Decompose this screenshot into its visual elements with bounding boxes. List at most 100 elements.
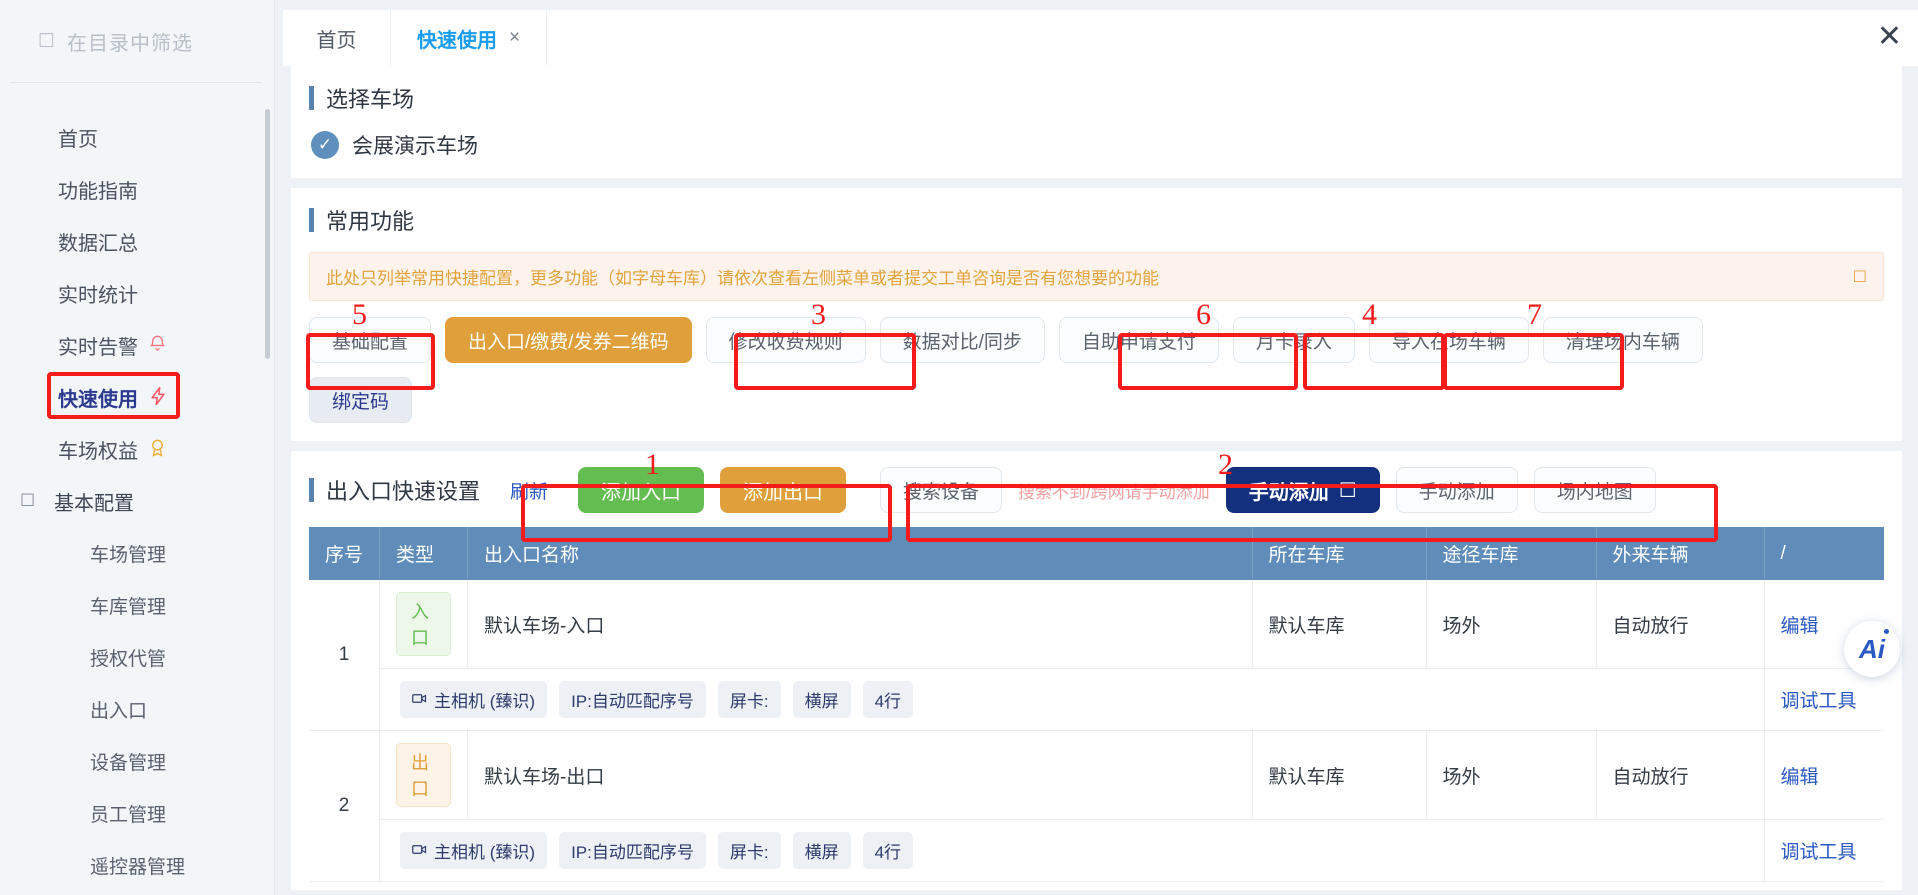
button-label: 清理场内车辆 bbox=[1565, 331, 1680, 353]
chip-ip[interactable]: IP:自动匹配序号 bbox=[559, 832, 706, 869]
debug-tool-link[interactable]: 调试工具 bbox=[1781, 691, 1857, 712]
bell-icon bbox=[148, 334, 167, 356]
sidebar-item-feature-guide[interactable]: 功能指南 bbox=[0, 163, 274, 215]
data-compare-sync-button[interactable]: 数据对比/同步 bbox=[879, 317, 1045, 363]
cell-detail-action: 调试工具 bbox=[1764, 668, 1884, 731]
tab-bar: 首页 快速使用 × ✕ bbox=[275, 0, 1918, 66]
chip-screen-card[interactable]: 屏卡: bbox=[717, 832, 781, 869]
sidebar-item-label: 员工管理 bbox=[90, 804, 167, 826]
window-close-icon[interactable]: ✕ bbox=[1877, 22, 1902, 52]
gate-setup-card: 出入口快速设置 刷新 添加入口 添加出口 搜索设备 搜索不到/跨网请手动添加 手… bbox=[291, 451, 1902, 890]
alert-text: 此处只列举常用快捷配置，更多功能（如字母车库）请依次查看左侧菜单或者提交工单咨询… bbox=[326, 269, 1159, 288]
monthly-card-entry-button[interactable]: 月卡录入 bbox=[1232, 317, 1355, 363]
app-root: ☐ 在目录中筛选 首页 功能指南 数据汇总 实时统计 实时告警 快速使用 车场权… bbox=[0, 0, 1918, 895]
sidebar-item-authorized-hosting[interactable]: 授权代管 bbox=[0, 631, 274, 683]
sidebar-item-realtime-stats[interactable]: 实时统计 bbox=[0, 267, 274, 319]
gates-table: 序号 类型 出入口名称 所在车库 途径车库 外来车辆 / 1 入口 默认车场-入… bbox=[309, 527, 1884, 882]
common-functions-card: 常用功能 此处只列举常用快捷配置，更多功能（如字母车库）请依次查看左侧菜单或者提… bbox=[291, 188, 1902, 441]
sidebar-item-lot-benefits[interactable]: 车场权益 bbox=[0, 423, 274, 475]
button-label: 添加出口 bbox=[743, 481, 824, 504]
sidebar-item-quick-use[interactable]: 快速使用 bbox=[0, 371, 274, 423]
sidebar-item-label: 车库管理 bbox=[90, 596, 167, 618]
tab-home[interactable]: 首页 bbox=[283, 10, 391, 66]
tab-label: 快速使用 bbox=[417, 29, 497, 52]
chip-screen-card[interactable]: 屏卡: bbox=[717, 681, 781, 718]
add-exit-button[interactable]: 添加出口 bbox=[720, 467, 847, 513]
table-row[interactable]: 2 出口 默认车场-出口 默认车库 场外 自动放行 编辑 bbox=[309, 730, 1884, 882]
info-alert: 此处只列举常用快捷配置，更多功能（如字母车库）请依次查看左侧菜单或者提交工单咨询… bbox=[309, 252, 1884, 301]
sidebar-item-garage-management[interactable]: 车库管理 bbox=[0, 579, 274, 631]
basic-config-button[interactable]: 基础配置 bbox=[309, 317, 432, 363]
selected-lot-row[interactable]: ✓ 会展演示车场 bbox=[309, 130, 1884, 160]
refresh-button[interactable]: 刷新 bbox=[496, 477, 562, 504]
chip-main-camera[interactable]: 主相机 (臻识) bbox=[400, 681, 548, 718]
sidebar-item-gates[interactable]: 出入口 bbox=[0, 683, 274, 735]
edit-link[interactable]: 编辑 bbox=[1781, 616, 1819, 637]
sidebar-item-label: 实时统计 bbox=[58, 284, 138, 307]
close-icon[interactable]: × bbox=[509, 27, 520, 49]
chip-main-camera[interactable]: 主相机 (臻识) bbox=[400, 832, 548, 869]
bolt-icon bbox=[148, 386, 168, 409]
cell-action: 编辑 bbox=[1764, 730, 1884, 820]
chip-lines[interactable]: 4行 bbox=[862, 681, 914, 718]
cell-device-chips: 主相机 (臻识) IP:自动匹配序号 屏卡: 横屏 4行 bbox=[379, 668, 1765, 731]
self-apply-payment-button[interactable]: 自助申请支付 bbox=[1058, 317, 1219, 363]
col-name: 出入口名称 bbox=[467, 527, 1253, 580]
button-label: 基础配置 bbox=[332, 331, 409, 353]
import-onsite-vehicles-button[interactable]: 导入在场车辆 bbox=[1368, 317, 1529, 363]
debug-tool-link[interactable]: 调试工具 bbox=[1781, 842, 1857, 863]
sidebar-filter[interactable]: ☐ 在目录中筛选 bbox=[0, 0, 274, 82]
chip-ip[interactable]: IP:自动匹配序号 bbox=[559, 681, 706, 718]
add-entry-button[interactable]: 添加入口 bbox=[578, 467, 705, 513]
table-row[interactable]: 1 入口 默认车场-入口 默认车库 场外 自动放行 编辑 bbox=[309, 580, 1884, 731]
col-via: 途径车库 bbox=[1426, 527, 1597, 580]
button-label: 出入口/缴费/发券二维码 bbox=[468, 331, 669, 353]
edit-fee-rules-button[interactable]: 修改收费规则 bbox=[705, 317, 866, 363]
sidebar-item-home[interactable]: 首页 bbox=[0, 111, 274, 163]
sidebar-item-label: 设备管理 bbox=[90, 752, 167, 774]
sidebar-item-realtime-alarm[interactable]: 实时告警 bbox=[0, 319, 274, 371]
common-functions-title: 常用功能 bbox=[326, 209, 415, 234]
binding-code-button[interactable]: 绑定码 bbox=[309, 377, 413, 423]
cell-seq: 2 bbox=[309, 730, 381, 882]
status-badge: 入口 bbox=[396, 592, 452, 656]
ai-notification-dot bbox=[1884, 629, 1889, 634]
col-action: / bbox=[1764, 527, 1884, 580]
sidebar-item-lot-management[interactable]: 车场管理 bbox=[0, 527, 274, 579]
qrcode-button[interactable]: 出入口/缴费/发券二维码 bbox=[445, 317, 692, 363]
button-label: 绑定码 bbox=[332, 391, 390, 413]
sidebar-item-staff-management[interactable]: 员工管理 bbox=[0, 787, 274, 839]
button-label: 自助申请支付 bbox=[1081, 331, 1196, 353]
chip-lines[interactable]: 4行 bbox=[862, 832, 914, 869]
gates-table-head: 序号 类型 出入口名称 所在车库 途径车库 外来车辆 / bbox=[309, 527, 1884, 580]
content-area: 选择车场 ✓ 会展演示车场 常用功能 此处只列举常用快捷配置，更多功能（如字母车… bbox=[275, 66, 1918, 890]
main-area: 首页 快速使用 × ✕ 选择车场 ✓ 会展演示车场 常用功能 此处只列举常用快捷… bbox=[275, 0, 1918, 895]
sidebar-item-label: 车场管理 bbox=[90, 544, 167, 566]
gates-table-body: 1 入口 默认车场-入口 默认车库 场外 自动放行 编辑 主相机 (臻识) IP… bbox=[309, 580, 1884, 882]
sidebar-item-label: 实时告警 bbox=[58, 336, 138, 359]
caret-down-icon: ☐ bbox=[1338, 479, 1357, 502]
sidebar-item-label: 授权代管 bbox=[90, 648, 167, 670]
site-map-button[interactable]: 场内地图 bbox=[1533, 467, 1656, 513]
selected-lot-name: 会展演示车场 bbox=[352, 135, 478, 158]
edit-link[interactable]: 编辑 bbox=[1781, 767, 1819, 788]
common-functions-button-row-2: 绑定码 bbox=[309, 377, 1884, 423]
chip-orientation[interactable]: 横屏 bbox=[792, 832, 851, 869]
tab-quick-use[interactable]: 快速使用 × bbox=[391, 10, 548, 66]
tab-label: 首页 bbox=[316, 29, 357, 52]
manual-add-dropdown-button[interactable]: 手动添加 ☐ bbox=[1225, 467, 1380, 513]
clear-onsite-vehicles-button[interactable]: 清理场内车辆 bbox=[1542, 317, 1703, 363]
cell-name: 默认车场-入口 bbox=[467, 580, 1253, 669]
sidebar-item-device-management[interactable]: 设备管理 bbox=[0, 735, 274, 787]
manual-add-button[interactable]: 手动添加 bbox=[1395, 467, 1518, 513]
ai-assistant-button[interactable]: Ai bbox=[1844, 621, 1900, 677]
sidebar-item-basic-config[interactable]: ☐ 基本配置 bbox=[0, 475, 274, 527]
search-device-button[interactable]: 搜索设备 bbox=[880, 467, 1003, 513]
sidebar-item-remote-management[interactable]: 遥控器管理 bbox=[0, 839, 274, 891]
button-label: 修改收费规则 bbox=[728, 331, 843, 353]
alert-close-icon[interactable]: ☐ bbox=[1853, 267, 1867, 287]
sidebar-item-data-summary[interactable]: 数据汇总 bbox=[0, 215, 274, 267]
cell-name: 默认车场-出口 bbox=[467, 730, 1253, 820]
common-functions-title-row: 常用功能 bbox=[309, 204, 1884, 236]
chip-orientation[interactable]: 横屏 bbox=[792, 681, 851, 718]
